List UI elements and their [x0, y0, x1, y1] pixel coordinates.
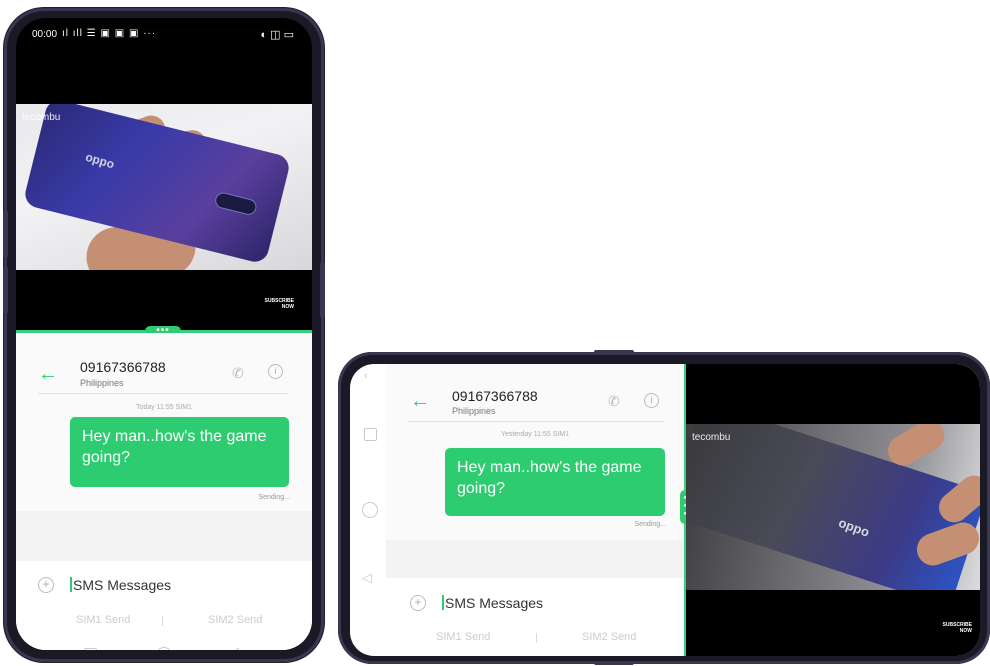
info-icon[interactable]: i	[644, 393, 659, 408]
back-triangle-icon[interactable]: ◁	[362, 570, 372, 586]
phone-icon[interactable]: ✆	[608, 393, 620, 410]
back-triangle-icon[interactable]: ◁	[229, 644, 239, 650]
compose-area: + SMS Messages SIM1 Send SIM2 Send	[386, 578, 684, 656]
power-button	[594, 350, 634, 354]
messages-pane: ← 09167366788 Philippines ✆ i Today 11:5…	[16, 333, 312, 650]
sim2-send-button[interactable]: SIM2 Send	[582, 631, 636, 643]
message-bubble[interactable]: Hey man..how's the game going?	[70, 417, 289, 487]
message-status: Sending...	[258, 494, 290, 501]
landscape-screen: ‹ ◁ ← 09167366788 Philippines ✆ i Yester…	[350, 364, 980, 656]
message-timestamp: Today 11:55 SIM1	[136, 404, 192, 411]
subscribe-badge[interactable]: SUBSCRIBE NOW	[943, 622, 972, 634]
volume-button	[3, 210, 8, 258]
contact-number: 09167366788	[452, 388, 538, 404]
messages-pane: ← 09167366788 Philippines ✆ i Yesterday …	[386, 364, 684, 656]
sim1-send-button[interactable]: SIM1 Send	[76, 614, 130, 626]
subscribe-badge[interactable]: SUBSCRIBE NOW	[265, 298, 294, 310]
home-icon[interactable]	[156, 647, 172, 650]
chevron-down-icon[interactable]: ⌄	[32, 645, 43, 650]
plus-circle-icon[interactable]: +	[410, 595, 426, 611]
text-cursor	[70, 577, 72, 592]
sim-separator	[162, 616, 163, 626]
phone-icon[interactable]: ✆	[232, 365, 244, 382]
camera-module	[213, 190, 259, 217]
message-input[interactable]: SMS Messages	[445, 595, 543, 611]
status-time: 00:00	[32, 29, 58, 40]
header-divider	[408, 421, 664, 422]
video-pane: oppo tecombu SUBSCRIBE NOW	[686, 364, 980, 656]
message-bubble[interactable]: Hey man..how's the game going?	[445, 448, 665, 516]
plus-circle-icon[interactable]: +	[38, 577, 54, 593]
info-icon[interactable]: i	[268, 364, 283, 379]
message-status: Sending...	[634, 521, 666, 528]
arrow-left-icon[interactable]: ←	[38, 363, 58, 386]
subscribe-text: NOW	[959, 628, 972, 634]
contact-country: Philippines	[80, 378, 124, 388]
chevron-left-icon[interactable]: ‹	[364, 370, 368, 382]
brand-logo: oppo	[83, 149, 116, 172]
status-icons-right: ◐ ◫ ▭	[260, 29, 294, 41]
message-input[interactable]: SMS Messages	[73, 577, 171, 593]
subscribe-text: NOW	[281, 304, 294, 310]
message-timestamp: Yesterday 11:55 SIM1	[500, 431, 570, 438]
portrait-screen: 00:00 ıl ıll ☰ ▣ ▣ ▣ ··· ◐ ◫ ▭ oppo teco…	[16, 18, 312, 650]
thread-space	[16, 511, 312, 561]
recent-apps-icon[interactable]	[364, 428, 377, 441]
header-divider	[38, 393, 288, 394]
sim1-send-button[interactable]: SIM1 Send	[436, 631, 490, 643]
video-player[interactable]: oppo tecombu	[16, 104, 312, 270]
status-icons-left: ıl ıll ☰ ▣ ▣ ▣ ···	[62, 28, 157, 39]
contact-number: 09167366788	[80, 359, 166, 375]
thread-space	[386, 540, 684, 578]
video-watermark: tecombu	[22, 112, 61, 123]
brand-logo: oppo	[836, 514, 872, 540]
video-player[interactable]: oppo tecombu	[686, 424, 980, 590]
text-cursor	[442, 595, 444, 610]
power-button	[320, 262, 325, 318]
contact-country: Philippines	[452, 406, 496, 416]
recent-apps-icon[interactable]	[84, 648, 97, 650]
compose-area: + SMS Messages SIM1 Send SIM2 Send ⌄ ◁	[16, 561, 312, 650]
volume-button	[3, 266, 8, 314]
video-watermark: tecombu	[692, 432, 731, 443]
volume-button	[594, 661, 634, 665]
sim2-send-button[interactable]: SIM2 Send	[208, 614, 262, 626]
sim-separator	[536, 633, 537, 643]
home-icon[interactable]	[362, 502, 378, 518]
arrow-left-icon[interactable]: ←	[410, 390, 430, 413]
status-bar: 00:00 ıl ıll ☰ ▣ ▣ ▣ ··· ◐ ◫ ▭	[16, 18, 312, 52]
